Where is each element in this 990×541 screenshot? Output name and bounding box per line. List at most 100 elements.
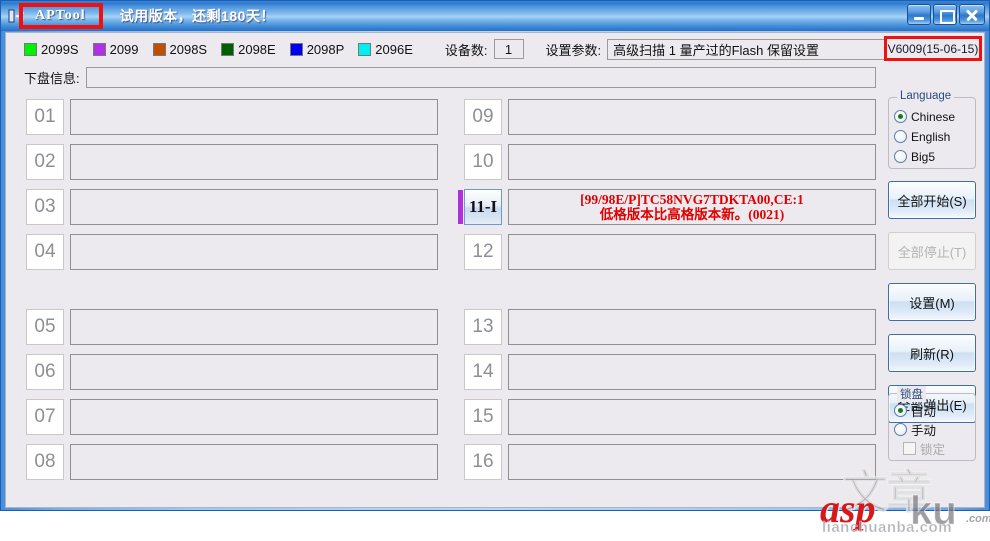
window-controls	[907, 4, 985, 25]
radio-label: Chinese	[911, 109, 956, 124]
radio-language-english[interactable]: English	[894, 128, 950, 145]
disk-info-row: 下盘信息:	[6, 64, 986, 90]
radio-label: 手动	[911, 424, 937, 438]
title-bar: APTool 试用版本，还剩180天！	[1, 1, 989, 31]
client-area: 2099S 2099 2098S 2098E 2098P 2096E 设备数: …	[5, 32, 990, 536]
legend-swatch-icon	[152, 42, 166, 56]
legend-item: 2098S	[152, 41, 208, 57]
port-message-field[interactable]	[508, 144, 876, 180]
port-row: 12	[464, 234, 876, 270]
language-group-title: Language	[897, 90, 955, 102]
legend-item: 2096E	[358, 42, 413, 57]
lock-disk-group-title: 锁盘	[897, 386, 926, 402]
port-message-field[interactable]	[70, 354, 438, 390]
radio-dot-icon	[894, 404, 907, 417]
legend-item: 2099S	[24, 42, 79, 57]
port-row: 07	[26, 399, 438, 435]
radio-language-big5[interactable]: Big5	[894, 148, 935, 165]
start-all-button[interactable]: 全部开始(S)	[888, 181, 976, 219]
legend-swatch-icon	[221, 42, 235, 56]
port-message-field[interactable]	[70, 399, 438, 435]
port-number-10[interactable]: 10	[464, 144, 502, 180]
port-message-line: 低格版本比高格版本新。(0021)	[599, 207, 785, 222]
checkbox-label: 锁定	[920, 443, 946, 457]
watermark-soft-text: .com	[966, 513, 990, 525]
close-icon[interactable]	[959, 4, 985, 25]
port-number-08[interactable]: 08	[26, 444, 64, 480]
port-number-05[interactable]: 05	[26, 309, 64, 345]
radio-language-chinese[interactable]: Chinese	[894, 108, 955, 125]
port-number-07[interactable]: 07	[26, 399, 64, 435]
window-title-wrap: APTool	[27, 1, 94, 31]
port-number-13[interactable]: 13	[464, 309, 502, 345]
port-row: 09	[464, 99, 876, 135]
port-message-field[interactable]	[508, 444, 876, 480]
port-row: 10	[464, 144, 876, 180]
port-message-field[interactable]	[70, 309, 438, 345]
port-message-field[interactable]	[508, 354, 876, 390]
control-panel: Language Chinese English Big5 全部开始(S) 全部…	[886, 90, 982, 505]
legend-item: 2099	[92, 41, 139, 57]
port-row: 03	[26, 189, 438, 225]
radio-dot-icon	[894, 110, 907, 123]
port-number-11-I[interactable]: 11-I	[458, 189, 502, 225]
port-row: 15	[464, 399, 876, 435]
port-number-02[interactable]: 02	[26, 144, 64, 180]
port-number-14[interactable]: 14	[464, 354, 502, 390]
usb-device-icon	[7, 7, 25, 25]
port-row: 16	[464, 444, 876, 480]
legend-swatch-icon	[92, 42, 106, 56]
port-number-04[interactable]: 04	[26, 234, 64, 270]
device-count-field[interactable]: 1	[493, 39, 524, 59]
minimize-icon[interactable]	[907, 4, 931, 25]
port-message-field[interactable]	[70, 234, 438, 270]
port-number-06[interactable]: 06	[26, 354, 64, 390]
port-row: 11-I [99/98E/P]TC58NVG7TDKTA00,CE:1 低格版本比高…	[458, 189, 876, 225]
port-message-field[interactable]	[70, 189, 438, 225]
version-annotation-box: V6009(15-06-15)	[884, 36, 982, 61]
port-number-15[interactable]: 15	[464, 399, 502, 435]
port-row: 01	[26, 99, 438, 135]
lock-disk-group: 锁盘 自动 手动 锁定	[888, 386, 976, 461]
legend-label: 2098S	[169, 41, 208, 57]
port-message-field[interactable]	[508, 99, 876, 135]
device-count-label: 设备数:	[444, 42, 488, 58]
radio-lock-auto[interactable]: 自动	[894, 402, 936, 419]
port-message-field[interactable]	[508, 399, 876, 435]
toolbar-row: 2099S 2099 2098S 2098E 2098P 2096E 设备数: …	[6, 35, 986, 63]
refresh-button[interactable]: 刷新(R)	[888, 334, 976, 372]
disk-info-field[interactable]	[85, 66, 876, 88]
param-label: 设置参数:	[545, 42, 602, 58]
port-number-16[interactable]: 16	[464, 444, 502, 480]
port-row: 08	[26, 444, 438, 480]
port-number-12[interactable]: 12	[464, 234, 502, 270]
trial-notice: 试用版本，还剩180天！	[119, 8, 275, 24]
port-status-accent	[458, 190, 463, 224]
port-message-field[interactable]	[70, 144, 438, 180]
port-grid: 01 02 03 04 05 06 07 08 09 10 11-I [99/98E/P]TC58N…	[6, 91, 882, 507]
stop-all-button: 全部停止(T)	[888, 232, 976, 270]
port-number-03[interactable]: 03	[26, 189, 64, 225]
radio-dot-icon	[894, 423, 907, 436]
port-message-field[interactable]	[70, 99, 438, 135]
legend-item: 2098P	[289, 42, 344, 57]
port-message-field[interactable]: [99/98E/P]TC58NVG7TDKTA00,CE:1 低格版本比高格版本新…	[508, 189, 876, 225]
settings-button[interactable]: 设置(M)	[888, 283, 976, 321]
application-window: APTool 试用版本，还剩180天！ 2099S 2099 2098S 209…	[0, 0, 990, 536]
maximize-icon[interactable]	[933, 4, 957, 25]
port-message-field[interactable]	[508, 234, 876, 270]
port-message-field[interactable]	[508, 309, 876, 345]
disk-info-label: 下盘信息:	[24, 70, 80, 86]
port-number-09[interactable]: 09	[464, 99, 502, 135]
port-number-01[interactable]: 01	[26, 99, 64, 135]
checkbox-lock: 锁定	[903, 440, 945, 457]
radio-lock-manual[interactable]: 手动	[894, 421, 936, 438]
legend-label: 2099S	[41, 41, 79, 57]
radio-dot-icon	[894, 150, 907, 163]
language-group: Language Chinese English Big5	[888, 90, 976, 169]
port-message-line: [99/98E/P]TC58NVG7TDKTA00,CE:1	[580, 192, 804, 207]
port-message-field[interactable]	[70, 444, 438, 480]
version-text: V6009(15-06-15)	[887, 41, 979, 56]
legend-label: 2099	[109, 41, 139, 57]
port-row: 13	[464, 309, 876, 345]
